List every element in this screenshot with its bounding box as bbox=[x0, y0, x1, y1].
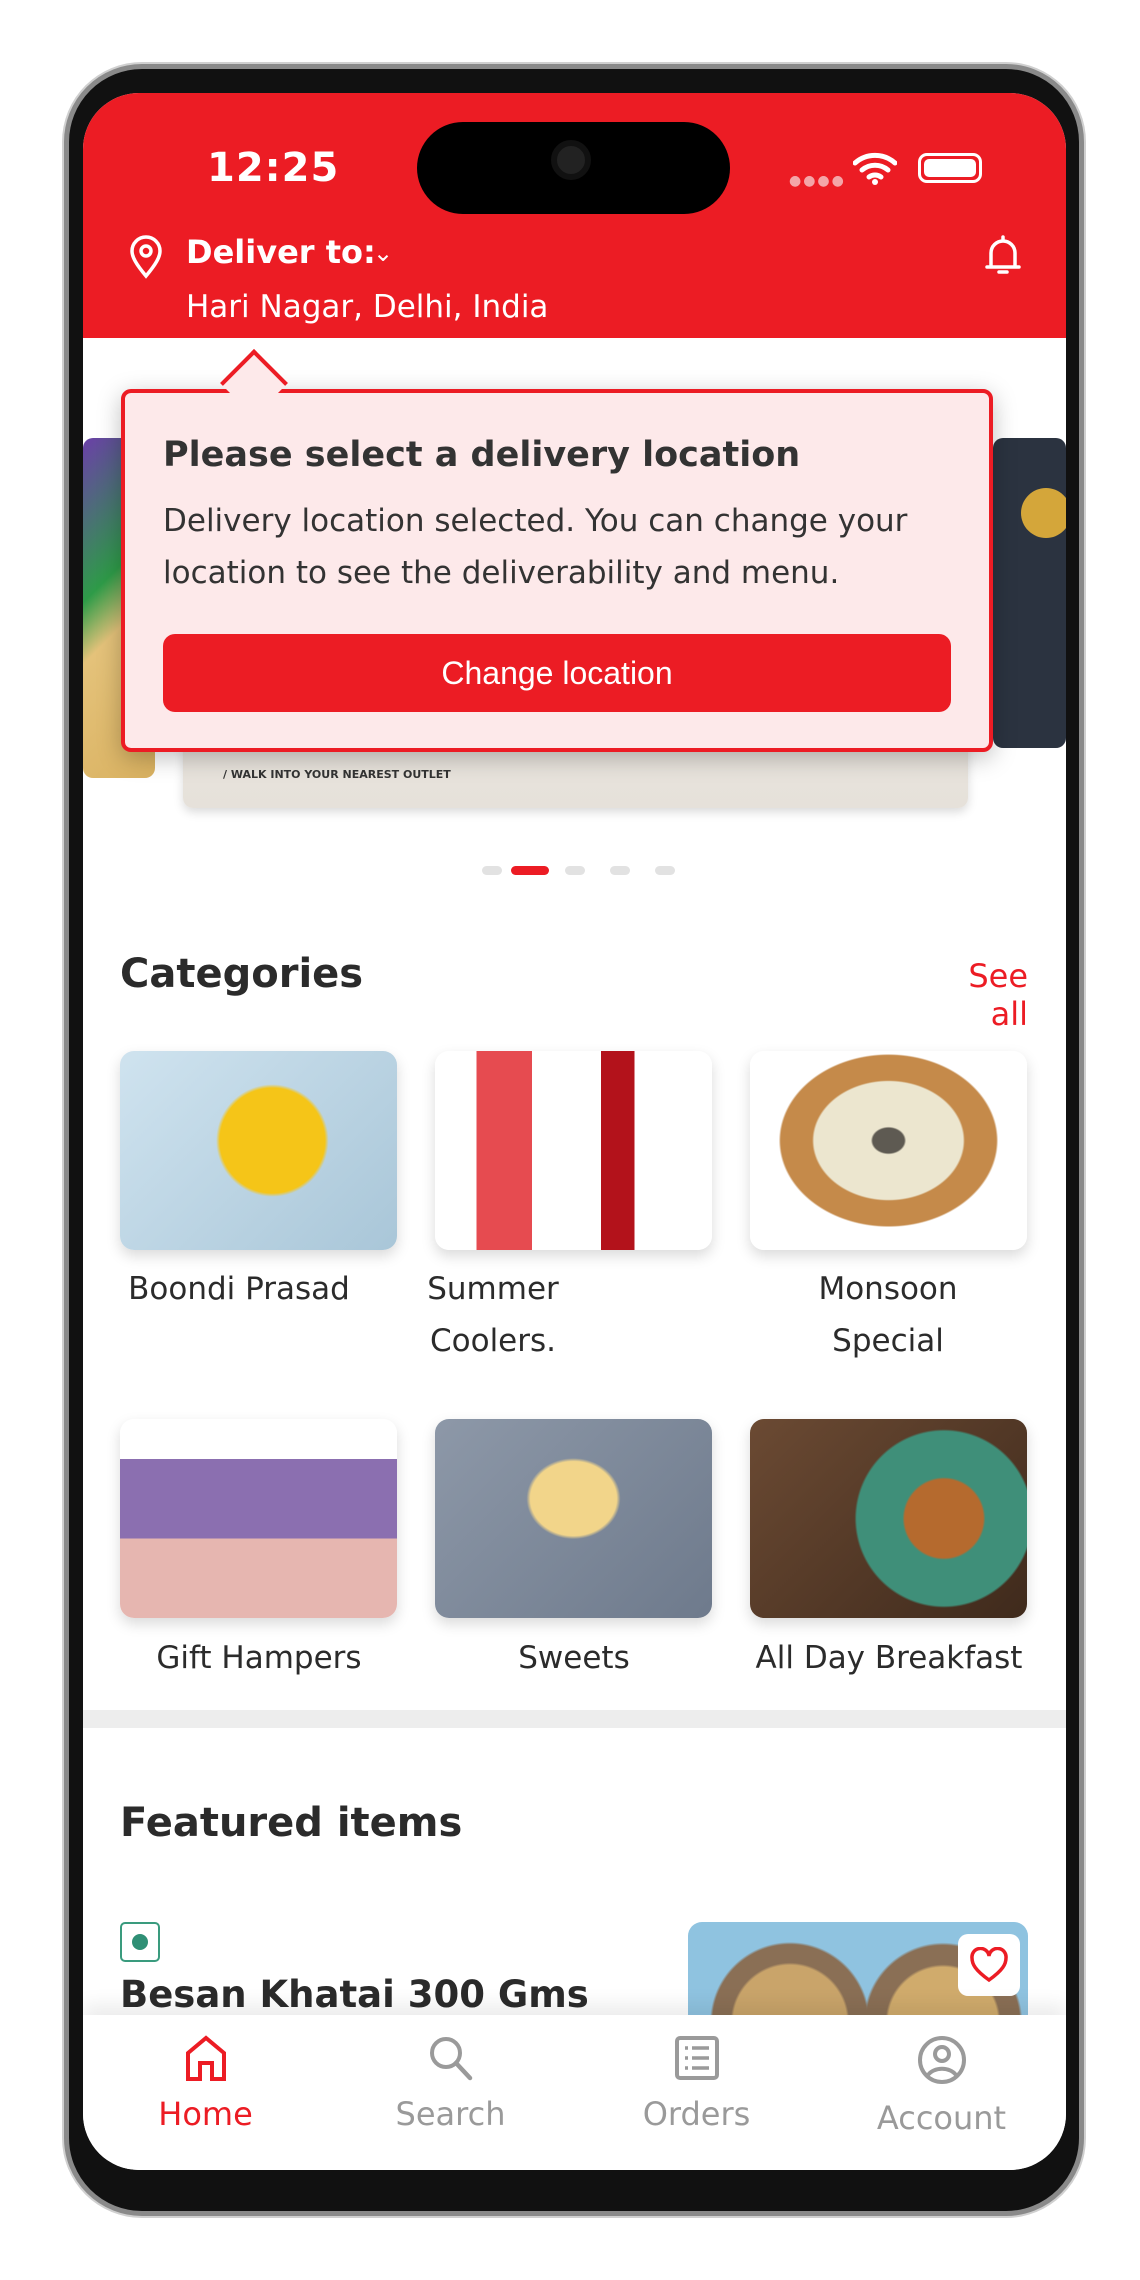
category-label[interactable]: Gift Hampers bbox=[99, 1632, 419, 1684]
app-header: 12:25 ●●●● Deliver to: ⌄ Hari Nagar, Del… bbox=[83, 93, 1066, 338]
heart-icon bbox=[970, 1947, 1008, 1983]
popover-body: Delivery location selected. You can chan… bbox=[163, 503, 908, 591]
category-label[interactable]: Sweets bbox=[414, 1632, 734, 1684]
status-time: 12:25 bbox=[207, 145, 340, 191]
bottom-navigation: Home Search Orders Account bbox=[83, 2015, 1066, 2170]
carousel-dot[interactable] bbox=[482, 866, 502, 875]
featured-items-title: Featured items bbox=[120, 1800, 463, 1846]
categories-title: Categories bbox=[120, 951, 364, 997]
signal-icon: ●●●● bbox=[789, 173, 846, 189]
category-label[interactable]: Monsoon Special bbox=[818, 1263, 958, 1367]
wifi-icon bbox=[853, 152, 897, 185]
home-icon bbox=[185, 2035, 226, 2081]
change-location-button[interactable]: Change location bbox=[163, 634, 951, 712]
nav-label: Search bbox=[395, 2095, 506, 2133]
app-screen: 12:25 ●●●● Deliver to: ⌄ Hari Nagar, Del… bbox=[83, 93, 1066, 2170]
banner-slide-next[interactable] bbox=[993, 438, 1066, 748]
play-icon bbox=[1021, 488, 1066, 538]
search-icon bbox=[429, 2037, 472, 2081]
category-tile-summer-coolers[interactable] bbox=[435, 1051, 712, 1250]
delivery-location-popover: Please select a delivery location Delive… bbox=[121, 349, 993, 752]
category-tile-gift-hampers[interactable] bbox=[120, 1419, 397, 1618]
popover-title: Please select a delivery location bbox=[163, 435, 801, 475]
category-label[interactable]: All Day Breakfast bbox=[729, 1632, 1049, 1684]
delivery-address[interactable]: Hari Nagar, Delhi, India bbox=[186, 289, 548, 325]
nav-label: Orders bbox=[642, 2095, 751, 2133]
category-label[interactable]: Summer Coolers. bbox=[413, 1263, 573, 1367]
nav-search[interactable]: Search bbox=[328, 2015, 573, 2170]
nav-label: Account bbox=[876, 2099, 1007, 2137]
section-divider bbox=[83, 1710, 1066, 1728]
nav-home[interactable]: Home bbox=[83, 2015, 328, 2170]
nav-label: Home bbox=[158, 2095, 253, 2133]
popover-arrow bbox=[220, 349, 288, 417]
nav-account[interactable]: Account bbox=[819, 2015, 1064, 2170]
banner-caption: / WALK INTO YOUR NEAREST OUTLET bbox=[223, 768, 451, 781]
carousel-dot[interactable] bbox=[610, 866, 630, 875]
chevron-down-icon[interactable]: ⌄ bbox=[373, 239, 393, 267]
dynamic-island bbox=[417, 122, 730, 214]
carousel-dot-active[interactable] bbox=[511, 866, 549, 875]
location-pin-icon[interactable] bbox=[128, 235, 164, 279]
carousel-dot[interactable] bbox=[565, 866, 585, 875]
notification-bell-icon[interactable] bbox=[983, 233, 1023, 277]
category-label[interactable]: Boondi Prasad bbox=[83, 1263, 399, 1315]
veg-indicator-icon bbox=[120, 1922, 160, 1962]
account-icon bbox=[917, 2036, 966, 2084]
battery-icon bbox=[918, 153, 982, 183]
carousel-dot[interactable] bbox=[655, 866, 675, 875]
camera-icon bbox=[551, 140, 591, 180]
orders-list-icon bbox=[674, 2036, 719, 2080]
category-tile-boondi-prasad[interactable] bbox=[120, 1051, 397, 1250]
see-all-link[interactable]: See all bbox=[921, 957, 1028, 1033]
category-tile-sweets[interactable] bbox=[435, 1419, 712, 1618]
featured-item-name[interactable]: Besan Khatai 300 Gms bbox=[120, 1973, 589, 2016]
deliver-to-label[interactable]: Deliver to: bbox=[186, 233, 376, 271]
favorite-button[interactable] bbox=[958, 1934, 1020, 1996]
category-tile-all-day-breakfast[interactable] bbox=[750, 1419, 1027, 1618]
category-tile-monsoon-special[interactable] bbox=[750, 1051, 1027, 1250]
nav-orders[interactable]: Orders bbox=[574, 2015, 819, 2170]
